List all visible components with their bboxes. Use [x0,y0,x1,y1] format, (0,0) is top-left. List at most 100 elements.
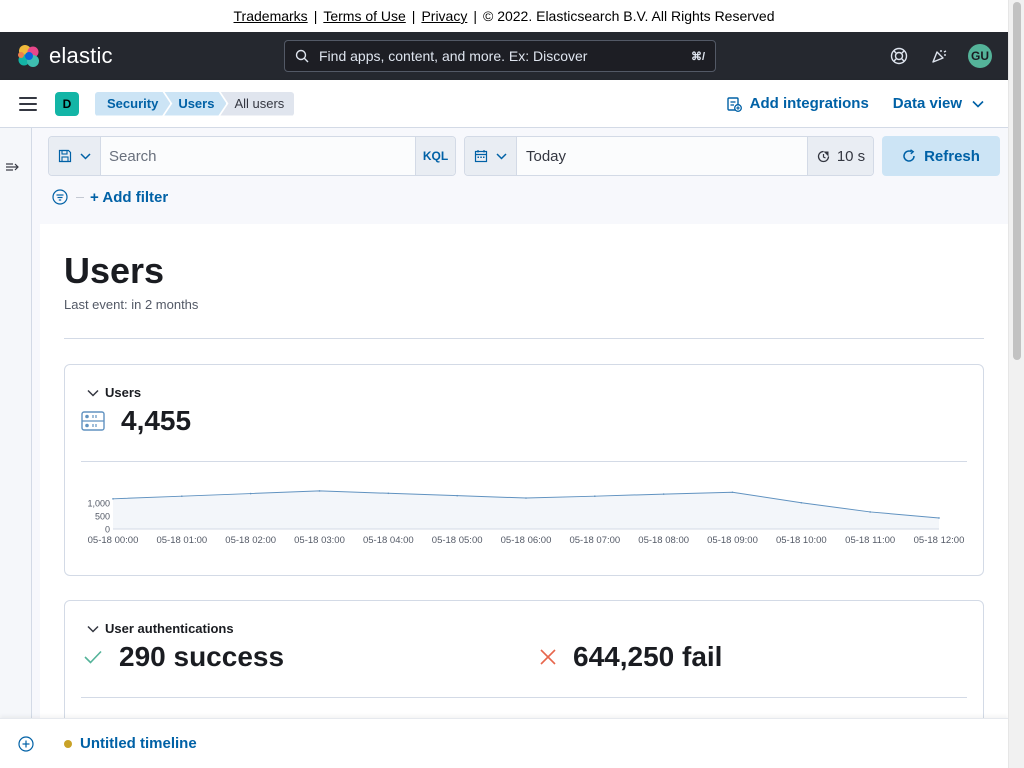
date-range-display[interactable]: Today [517,137,807,175]
chart-data-point[interactable] [938,517,940,519]
page-scrollbar[interactable] [1008,0,1024,768]
legal-banner: Trademarks | Terms of Use | Privacy | © … [0,0,1008,32]
add-integrations-label: Add integrations [749,95,869,112]
chevron-down-icon [496,152,507,160]
date-quick-menu-button[interactable] [465,137,517,175]
elastic-home-link[interactable]: elastic [16,43,284,69]
copyright-text: © 2022. Elasticsearch B.V. All Rights Re… [482,8,775,24]
trademarks-link[interactable]: Trademarks [234,8,308,24]
cross-icon [540,649,556,665]
separator: | [473,8,477,24]
chart-y-tick-label: 500 [95,511,110,521]
chart-data-point[interactable] [800,501,803,504]
data-view-button[interactable]: Data view [893,95,984,112]
refresh-icon [903,149,915,162]
help-icon[interactable] [888,45,910,67]
chart-data-point[interactable] [525,497,527,499]
chart-x-tick-label: 05-18 11:00 [845,535,895,546]
chart-x-tick-label: 05-18 07:00 [569,535,620,546]
chevron-down-icon [972,100,984,108]
breadcrumb-security[interactable]: Security [95,92,170,116]
chart-data-point[interactable] [456,494,458,497]
chart-data-point[interactable] [318,490,321,492]
save-icon [58,149,72,163]
chart-x-tick-label: 05-18 02:00 [225,535,276,546]
user-authentications-panel: User authentications 290 success 644,250… [64,600,984,730]
chart-x-tick-label: 05-18 10:00 [776,535,827,546]
breadcrumb-users[interactable]: Users [164,92,226,116]
filter-row: + Add filter [52,186,168,208]
global-search-input[interactable]: Find apps, content, and more. Ex: Discov… [284,40,716,72]
chart-data-point[interactable] [181,495,183,497]
terms-of-use-link[interactable]: Terms of Use [323,8,405,24]
chart-x-tick-label: 05-18 06:00 [501,535,552,546]
timeline-name-link[interactable]: Untitled timeline [80,735,197,752]
search-placeholder: Find apps, content, and more. Ex: Discov… [319,48,588,64]
chart-x-tick-label: 05-18 08:00 [638,535,689,546]
chart-x-tick-label: 05-18 05:00 [432,535,483,546]
chart-data-point[interactable] [594,495,596,497]
chart-y-tick-label: 0 [105,525,110,535]
separator: | [313,8,318,24]
chart-data-point[interactable] [387,492,390,495]
separator: | [411,8,416,24]
chart-data-point[interactable] [869,511,871,513]
expand-sidebar-icon[interactable] [5,160,21,174]
chart-x-tick-label: 05-18 01:00 [156,535,207,546]
add-integrations-button[interactable]: Add integrations [726,95,869,112]
authentications-fail-value: 644,250 fail [573,641,723,672]
filter-icon[interactable] [52,189,68,205]
query-search-input[interactable]: Search [101,137,415,175]
chart-data-point[interactable] [112,498,114,500]
chart-data-point[interactable] [731,491,734,494]
chart-area-fill [113,490,939,529]
query-bar: Search KQL Today 10 s Refresh [48,136,1000,176]
chart-x-tick-label: 05-18 09:00 [707,535,758,546]
refresh-interval-icon [817,150,829,162]
check-icon [84,650,102,664]
chart-y-tick-label: 1,000 [87,498,110,508]
menu-icon[interactable] [19,96,37,111]
authentications-panel-toggle[interactable]: User authentications [87,621,234,636]
add-timeline-icon[interactable] [18,735,34,752]
chart-x-tick-label: 05-18 04:00 [363,535,414,546]
users-total-value: 4,455 [121,405,192,436]
refresh-label: Refresh [924,147,980,165]
chevron-down-icon [87,389,99,397]
last-event-text: Last event: in 2 months [64,297,199,312]
query-language-button[interactable]: KQL [415,137,455,175]
elastic-logo-icon [18,45,39,67]
users-panel-title: Users [105,385,142,400]
refresh-interval-value: 10 s [836,147,866,165]
page-title: Users [64,250,165,291]
refresh-interval-button[interactable]: 10 s [807,137,873,175]
chart-x-tick-label: 05-18 03:00 [294,535,345,546]
users-panel-toggle[interactable]: Users [87,385,141,400]
privacy-link[interactable]: Privacy [421,8,467,24]
calendar-icon [474,150,488,163]
users-area-chart: 0 500 1,000 05-18 00:00 05-18 01:00 05-18 02:… [87,490,964,546]
newsfeed-icon[interactable] [928,45,950,67]
saved-query-menu-button[interactable] [49,137,101,175]
add-filter-button[interactable]: + Add filter [90,189,168,206]
left-sidebar [0,128,32,718]
app-header: D Security Users All users Add integrati… [0,80,1008,128]
authentications-panel-title: User authentications [105,621,234,636]
chart-data-point[interactable] [249,492,252,495]
chevron-down-icon [87,625,99,633]
space-selector[interactable]: D [55,91,79,116]
breadcrumb: Security Users All users [95,91,295,116]
scrollbar-thumb[interactable] [1013,2,1021,360]
chart-data-point[interactable] [662,493,665,495]
chevron-down-icon [80,152,91,160]
brand-name: elastic [49,43,113,68]
divider [64,338,984,339]
main-content: Users Last event: in 2 months Users 4,45… [40,224,1008,730]
user-avatar[interactable]: GU [968,44,992,68]
divider [81,461,967,462]
search-icon [295,49,309,63]
timeline-bottom-bar: Untitled timeline [0,718,1008,768]
refresh-button[interactable]: Refresh [882,136,1000,176]
keyboard-shortcut: ⌘/ [690,50,705,63]
divider [81,697,967,698]
